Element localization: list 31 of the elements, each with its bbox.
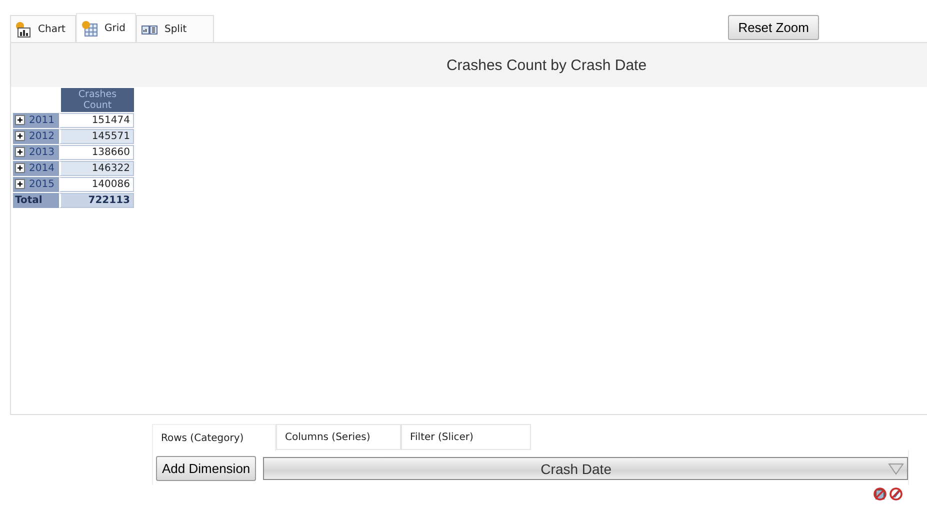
- row-label: 2011: [29, 114, 54, 126]
- table-cell: 722113: [59, 193, 134, 208]
- chart-title: Crashes Count by Crash Date: [11, 43, 927, 87]
- dimension-tab[interactable]: Rows (Category): [152, 424, 276, 451]
- table-cell: 145571: [59, 129, 134, 144]
- view-tab[interactable]: Split: [136, 15, 214, 42]
- row-label: 2013: [29, 146, 54, 158]
- chart-icon: [15, 20, 32, 38]
- expand-icon[interactable]: [15, 131, 25, 142]
- table-cell: 151474: [59, 113, 134, 128]
- row-label: 2012: [29, 130, 54, 142]
- reset-zoom-button[interactable]: Reset Zoom: [728, 15, 819, 40]
- row-label: 2015: [29, 178, 54, 190]
- dropdown-caret-icon: [888, 462, 904, 476]
- row-label: Total: [13, 193, 59, 208]
- table-cell: 146322: [59, 161, 134, 176]
- view-tab[interactable]: Grid: [76, 13, 136, 42]
- add-dimension-button[interactable]: Add Dimension: [156, 456, 256, 481]
- dimension-dropdown[interactable]: Crash Date: [263, 457, 908, 480]
- dimension-tab[interactable]: Filter (Slicer): [401, 424, 531, 450]
- column-header: Crashes Count: [59, 88, 134, 112]
- table-cell: 138660: [59, 145, 134, 160]
- row-label: 2014: [29, 162, 54, 174]
- expand-icon[interactable]: [15, 147, 25, 158]
- expand-icon[interactable]: [15, 115, 25, 126]
- expand-icon[interactable]: [15, 179, 25, 190]
- table-cell: 140086: [59, 177, 134, 192]
- dimension-tab[interactable]: Columns (Series): [276, 424, 401, 450]
- table-icon: [81, 20, 98, 36]
- view-tab[interactable]: Chart: [10, 15, 76, 42]
- expand-icon[interactable]: [15, 163, 25, 174]
